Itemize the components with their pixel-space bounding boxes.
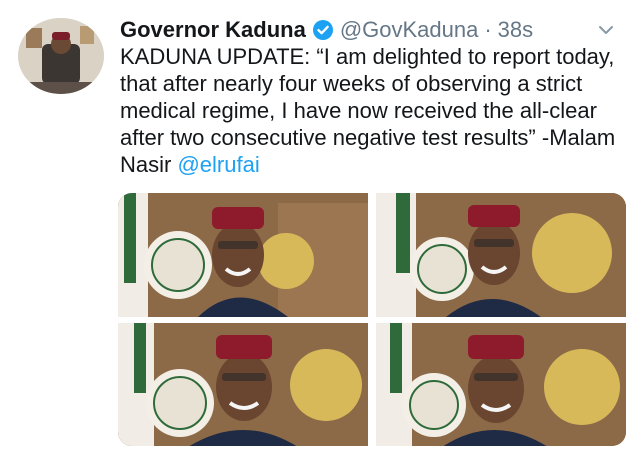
user-handle[interactable]: @GovKaduna	[340, 17, 479, 43]
chevron-down-icon[interactable]	[596, 20, 616, 40]
verified-badge-icon	[312, 19, 334, 41]
tweet-photo-3[interactable]	[118, 323, 368, 446]
tweet-text: KADUNA UPDATE: “I am delighted to report…	[120, 43, 625, 178]
tweet-photo-1[interactable]	[118, 193, 368, 317]
media-grid	[118, 193, 626, 446]
separator-dot: ·	[484, 17, 492, 42]
tweet-photo-4[interactable]	[376, 323, 626, 446]
display-name[interactable]: Governor Kaduna	[120, 17, 306, 43]
avatar[interactable]	[18, 18, 104, 94]
timestamp[interactable]: 38s	[498, 17, 533, 43]
tweet-photo-2[interactable]	[376, 193, 626, 317]
mention-link[interactable]: @elrufai	[177, 152, 259, 177]
